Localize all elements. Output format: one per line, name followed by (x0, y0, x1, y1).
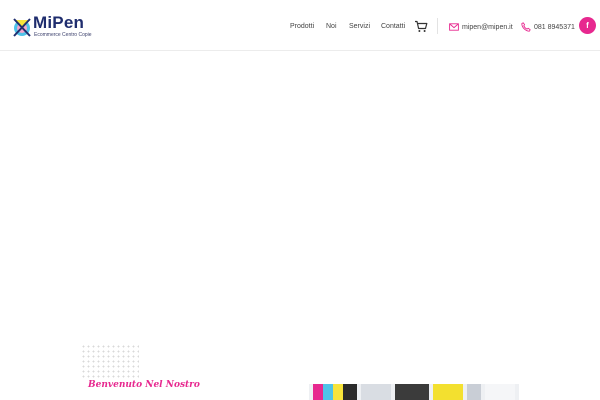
facebook-icon: f (586, 21, 589, 30)
nav-item-prodotti[interactable]: Prodotti (290, 20, 314, 34)
hero-heading: Benvenuto Nel Nostro (88, 380, 200, 390)
email-text: mipen@mipen.it (462, 23, 513, 31)
logo[interactable]: MiPen Ecommerce Centro Copie (12, 13, 102, 40)
logo-title: MiPen (33, 13, 85, 32)
envelope-icon (449, 23, 459, 31)
facebook-button[interactable]: f (579, 17, 596, 34)
phone-link[interactable]: 081 8945371 (521, 20, 575, 34)
nav-item-contatti[interactable]: Contatti (381, 20, 405, 34)
phone-text: 081 8945371 (534, 23, 575, 31)
hero-image (309, 384, 519, 400)
email-link[interactable]: mipen@mipen.it (449, 20, 513, 34)
site-header: MiPen Ecommerce Centro Copie Prodotti No… (0, 0, 600, 51)
nav-item-servizi[interactable]: Servizi (349, 20, 370, 34)
logo-mark-icon (13, 18, 31, 37)
header-divider (437, 18, 438, 34)
logo-tagline: Ecommerce Centro Copie (34, 32, 92, 38)
nav-item-noi[interactable]: Noi (326, 20, 337, 34)
phone-icon (521, 22, 531, 32)
cart-icon[interactable] (414, 20, 428, 33)
dot-pattern-decoration (81, 344, 139, 378)
